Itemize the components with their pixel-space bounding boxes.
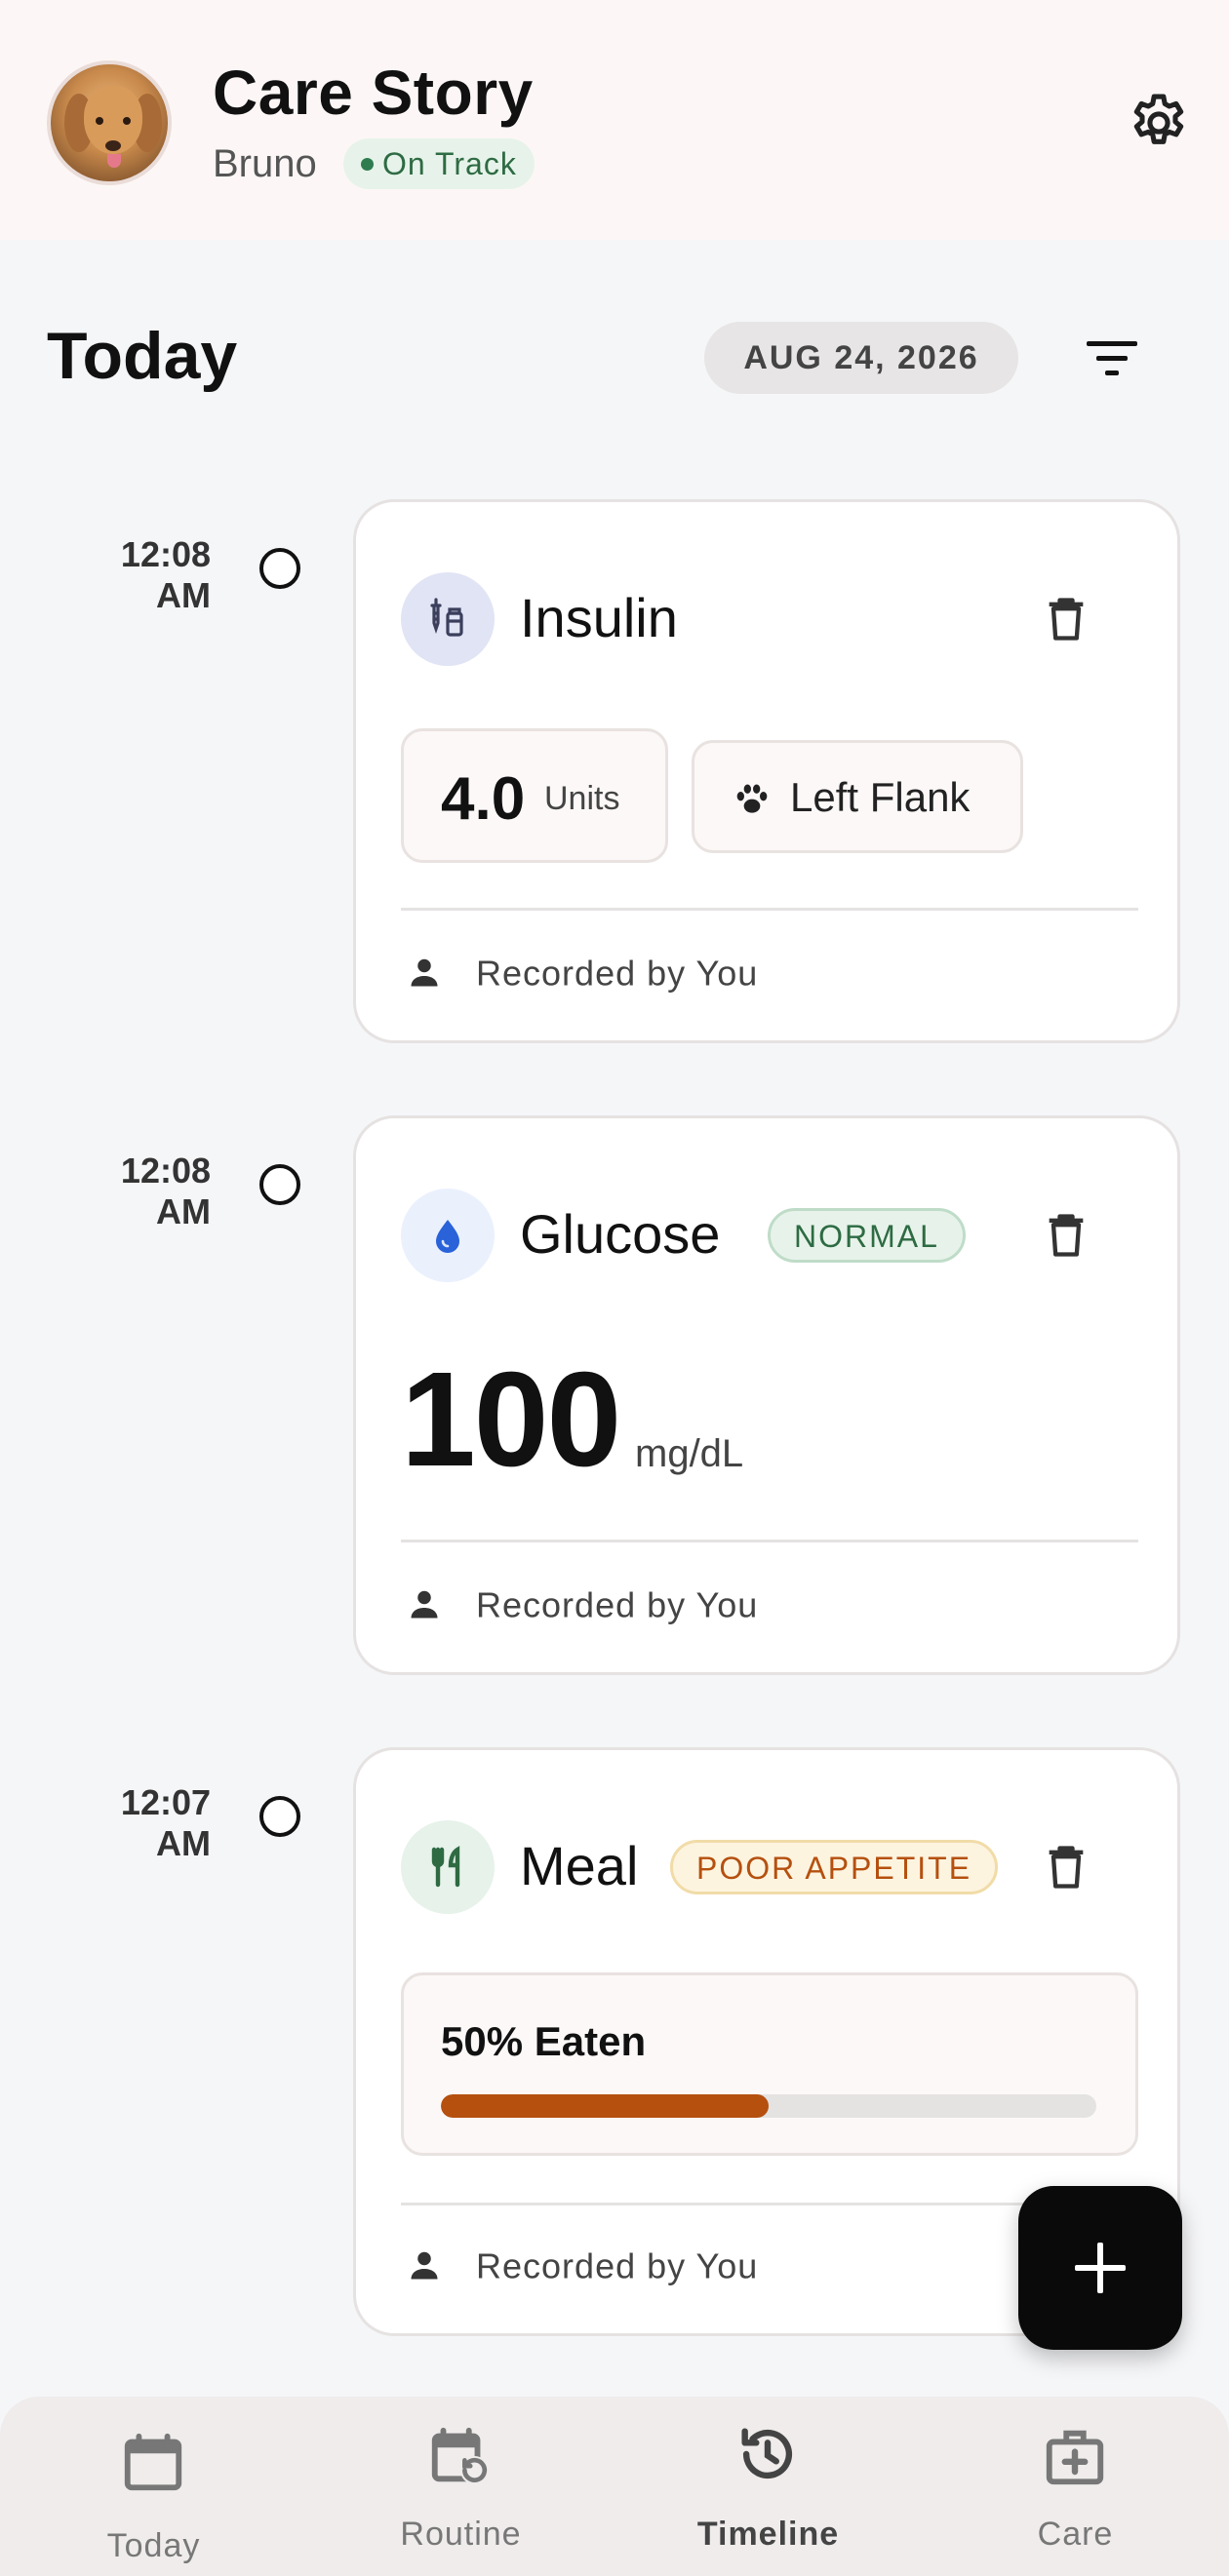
pet-name: Bruno: [213, 142, 317, 185]
eaten-label: 50% Eaten: [441, 2018, 647, 2064]
dog-eye-left: [96, 117, 103, 125]
delete-button[interactable]: [1041, 1840, 1091, 1894]
progress-fill: [441, 2094, 769, 2118]
person-icon: [411, 1591, 438, 1619]
status-badge: On Track: [343, 138, 535, 189]
calendar-icon: [124, 2433, 182, 2491]
trash-icon: [1049, 1214, 1084, 1257]
filter-icon: [1087, 341, 1137, 375]
injection-site-chip: Left Flank: [692, 740, 1023, 853]
nav-item-care[interactable]: Care: [922, 2397, 1229, 2576]
paw-icon: [736, 784, 768, 813]
delete-button[interactable]: [1041, 1208, 1091, 1263]
pet-avatar[interactable]: [47, 60, 172, 185]
progress-track: [441, 2094, 1096, 2118]
recorded-by: Recorded by You: [407, 1582, 758, 1625]
dog-nose: [105, 140, 121, 151]
entry-time: 12:08 AM: [88, 1151, 211, 1232]
plus-icon: [1075, 2243, 1126, 2293]
card-divider: [401, 908, 1138, 911]
delete-button[interactable]: [1041, 592, 1091, 646]
entry-time-period: AM: [156, 575, 211, 615]
recorded-by-label: Recorded by You: [476, 1584, 759, 1625]
entry-time: 12:07 AM: [88, 1782, 211, 1864]
add-entry-button[interactable]: [1018, 2186, 1182, 2350]
entry-time-hour: 12:07: [120, 1782, 211, 1822]
status-dot: [361, 158, 374, 171]
trash-icon: [1049, 1846, 1084, 1889]
calendar-repeat-icon: [431, 2427, 490, 2485]
dog-tongue: [107, 154, 121, 168]
nav-label: Today: [106, 2527, 201, 2564]
section-title: Today: [47, 319, 238, 393]
entry-time-period: AM: [156, 1823, 211, 1863]
app-header: Care Story Bruno On Track: [0, 0, 1229, 240]
recorded-by-label: Recorded by You: [476, 953, 759, 994]
timeline-dot: [259, 548, 300, 589]
glucose-unit: mg/dL: [635, 1432, 744, 1475]
nav-label: Care: [1037, 2516, 1114, 2553]
droplet-icon: [436, 1220, 459, 1253]
eaten-progress: 50% Eaten: [401, 1972, 1138, 2156]
syringe-vial-icon: [430, 598, 463, 637]
timeline-dot: [259, 1164, 300, 1205]
bottom-nav: Today Routine Timeline Care: [0, 2397, 1229, 2576]
nav-item-timeline[interactable]: Timeline: [614, 2397, 922, 2576]
date-selector[interactable]: AUG 24, 2026: [704, 322, 1018, 394]
meal-icon-wrap: [401, 1820, 495, 1914]
entry-title: Insulin: [520, 587, 678, 648]
dose-chip: 4.0 Units: [401, 728, 668, 863]
injection-site-label: Left Flank: [790, 774, 971, 820]
nav-label: Timeline: [696, 2516, 840, 2553]
entry-time-period: AM: [156, 1191, 211, 1231]
settings-button[interactable]: [1126, 90, 1192, 156]
fork-knife-icon: [431, 1846, 460, 1888]
insulin-icon-wrap: [401, 572, 495, 666]
filter-button[interactable]: [1081, 337, 1143, 380]
person-icon: [411, 2252, 438, 2280]
insulin-card[interactable]: Insulin 4.0 Units Left Flank Recorded by…: [353, 499, 1180, 1043]
medical-kit-icon: [1046, 2430, 1104, 2485]
entry-time-hour: 12:08: [120, 1151, 211, 1190]
app-title: Care Story: [213, 58, 534, 128]
recorded-by: Recorded by You: [407, 2244, 758, 2286]
entry-title: Meal: [520, 1835, 639, 1896]
glucose-value: 100: [401, 1345, 621, 1495]
entry-time-hour: 12:08: [120, 534, 211, 574]
entry-title: Glucose: [520, 1203, 721, 1265]
entry-time: 12:08 AM: [88, 534, 211, 616]
history-icon: [741, 2428, 793, 2479]
status-badge: POOR APPETITE: [670, 1840, 999, 1894]
nav-label: Routine: [400, 2516, 522, 2553]
recorded-by-label: Recorded by You: [476, 2245, 759, 2286]
dose-unit: Units: [544, 780, 620, 817]
dog-eye-right: [123, 117, 131, 125]
recorded-by: Recorded by You: [407, 951, 758, 994]
person-icon: [411, 959, 438, 987]
timeline-dot: [259, 1796, 300, 1837]
nav-item-today[interactable]: Today: [0, 2397, 307, 2576]
nav-item-routine[interactable]: Routine: [307, 2397, 614, 2576]
trash-icon: [1049, 598, 1084, 641]
status-badge: NORMAL: [768, 1208, 966, 1263]
dose-value: 4.0: [441, 765, 526, 833]
glucose-card[interactable]: Glucose NORMAL 100 mg/dL Recorded by You: [353, 1115, 1180, 1675]
glucose-icon-wrap: [401, 1189, 495, 1282]
gear-icon: [1133, 94, 1184, 144]
status-label: On Track: [382, 146, 517, 181]
card-divider: [401, 1540, 1138, 1542]
